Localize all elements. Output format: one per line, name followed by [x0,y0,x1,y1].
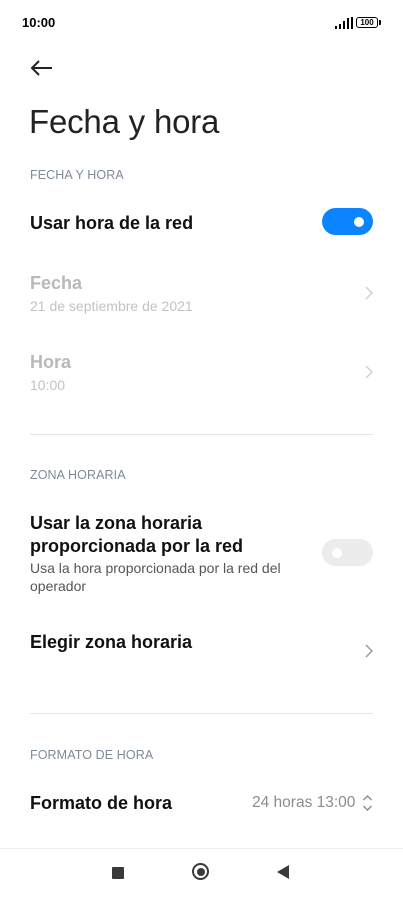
network-zone-desc-line1: Usa la hora proporcionada por la red del [30,560,281,576]
time-format-value: 24 horas 13:00 [252,794,356,811]
toggle-knob [332,547,342,558]
section-header-formato-de-hora: FORMATO DE HORA [30,748,154,762]
time-format-label: Formato de hora [30,793,173,813]
network-time-toggle[interactable] [322,208,373,235]
divider [30,713,373,714]
chevron-right-icon [365,644,373,658]
arrow-left-icon [30,60,52,76]
status-bar: 10:00 100 [0,0,403,48]
chevron-right-icon [365,365,373,379]
network-time-label: Usar hora de la red [30,213,194,233]
battery-level: 100 [360,18,374,27]
row-choose-zone[interactable]: Elegir zona horaria [0,620,403,682]
section-header-zona-horaria: ZONA HORARIA [30,468,126,482]
battery-icon: 100 [356,17,378,28]
battery-tip [379,20,381,25]
chevron-right-icon [365,286,373,300]
back-button[interactable] [26,54,60,82]
network-zone-desc-line2: operador [30,578,87,594]
network-zone-label-line1: Usar la zona horaria [30,513,203,533]
row-date[interactable]: Fecha 21 de septiembre de 2021 [0,262,403,324]
home-circle-icon[interactable] [192,863,209,880]
toggle-knob [354,216,364,227]
time-label: Hora [30,352,72,372]
choose-zone-label: Elegir zona horaria [30,632,193,652]
row-time-format[interactable]: Formato de hora 24 horas 13:00 [0,780,403,826]
network-zone-label-line2: proporcionada por la red [30,536,244,556]
recents-square-icon[interactable] [112,867,124,879]
row-network-zone[interactable]: Usar la zona horaria proporcionada por l… [0,505,403,605]
nav-bar [0,848,403,897]
status-time: 10:00 [22,15,56,30]
row-time[interactable]: Hora 10:00 [0,341,403,403]
row-network-time[interactable]: Usar hora de la red [0,198,403,246]
back-triangle-icon[interactable] [277,865,289,879]
chevron-up-down-icon [363,795,372,811]
time-value: 10:00 [30,377,66,393]
signal-icon [335,17,353,29]
date-value: 21 de septiembre de 2021 [30,298,193,314]
divider [30,434,373,435]
network-zone-toggle[interactable] [322,539,373,566]
section-header-fecha-y-hora: FECHA Y HORA [30,168,124,182]
page-title: Fecha y hora [29,103,220,140]
date-label: Fecha [30,273,83,293]
